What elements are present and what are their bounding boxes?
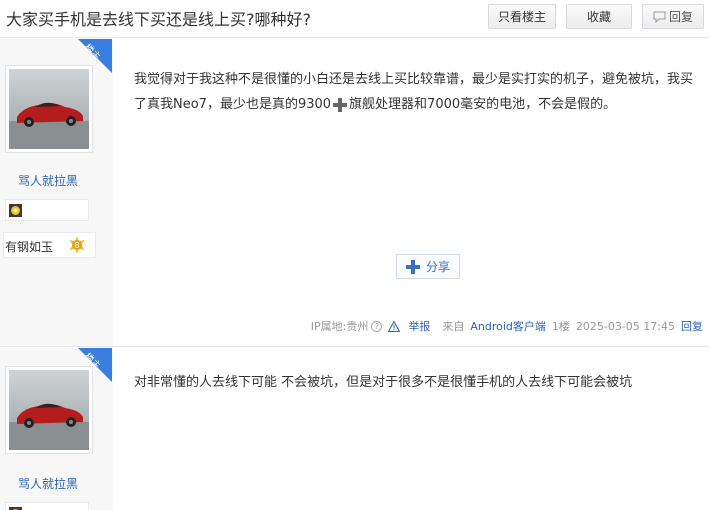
author-sidebar: 楼主 骂人就拉黑 (0, 348, 113, 510)
post-reply-link[interactable]: 回复 (681, 318, 703, 334)
post-content: 我觉得对于我这种不是很懂的小白还是去线上买比较靠谱，最少是实打实的机子，避免被坑… (113, 39, 709, 346)
level-badge-icon[interactable]: 8 (67, 235, 87, 255)
only-op-button[interactable]: 只看楼主 (488, 4, 556, 29)
floor-number: 1楼 (551, 320, 570, 333)
member-level: 有钢如玉 8 (3, 232, 96, 258)
post-text-part2: 旗舰处理器和7000毫安的电池，不会是假的。 (349, 97, 617, 112)
post-body: 我觉得对于我这种不是很懂的小白还是去线上买比较靠谱，最少是实打实的机子，避免被坑… (134, 67, 694, 117)
speech-bubble-icon (653, 11, 666, 23)
post-body: 对非常懂的人去线下可能 不会被坑，但是对于很多不是很懂手机的人去线下可能会被坑 (134, 375, 633, 390)
report-link[interactable]: 举报 (388, 318, 430, 334)
medal-row (5, 502, 89, 510)
avatar-image (9, 69, 89, 149)
author-sidebar: 楼主 骂人就拉黑 (0, 39, 113, 346)
post-floor-2: 楼主 骂人就拉黑 对非常懂的人去线下可能 不会被坑，但是对于很多不是很懂手机的人… (0, 348, 709, 510)
post-datetime: 2025-03-05 17:45 (575, 319, 675, 333)
warning-triangle-icon (388, 320, 401, 332)
author-username[interactable]: 骂人就拉黑 (0, 172, 96, 189)
level-name: 有钢如玉 (5, 240, 54, 254)
medal-icon[interactable] (9, 204, 22, 217)
reply-button[interactable]: 回复 (642, 4, 704, 29)
reply-button-label: 回复 (668, 10, 693, 24)
ip-location: IP属地:贵州 (310, 320, 369, 333)
post-floor-1: 楼主 骂人就拉黑 有钢如玉 8 我觉得对于我这种不是很懂的小白还是去线上买比较靠… (0, 39, 709, 347)
thread-title: 大家买手机是去线下买还是线上买?哪种好? (6, 10, 311, 29)
author-username[interactable]: 骂人就拉黑 (0, 475, 96, 492)
avatar[interactable] (5, 65, 93, 153)
question-circle-icon[interactable]: ? (371, 320, 383, 332)
plus-share-icon (405, 259, 420, 274)
source-client-link[interactable]: Android客户端 (470, 320, 546, 333)
favorite-button[interactable]: 收藏 (566, 4, 632, 29)
avatar-image (9, 370, 89, 450)
svg-text:8: 8 (74, 241, 79, 250)
post-content: 对非常懂的人去线下可能 不会被坑，但是对于很多不是很懂手机的人去线下可能会被坑 (113, 348, 709, 510)
share-label: 分享 (425, 260, 450, 274)
share-button[interactable]: 分享 (396, 254, 460, 279)
medal-row (5, 199, 89, 221)
post-meta: IP属地:贵州 ? 举报 来自 Android客户端 1楼 2025-03-05 … (305, 318, 703, 334)
plus-icon (333, 97, 348, 112)
source-prefix: 来自 Android客户端 (442, 320, 546, 333)
avatar[interactable] (5, 366, 93, 454)
thread-header: 大家买手机是去线下买还是线上买?哪种好? 只看楼主 收藏 回复 (0, 0, 709, 38)
